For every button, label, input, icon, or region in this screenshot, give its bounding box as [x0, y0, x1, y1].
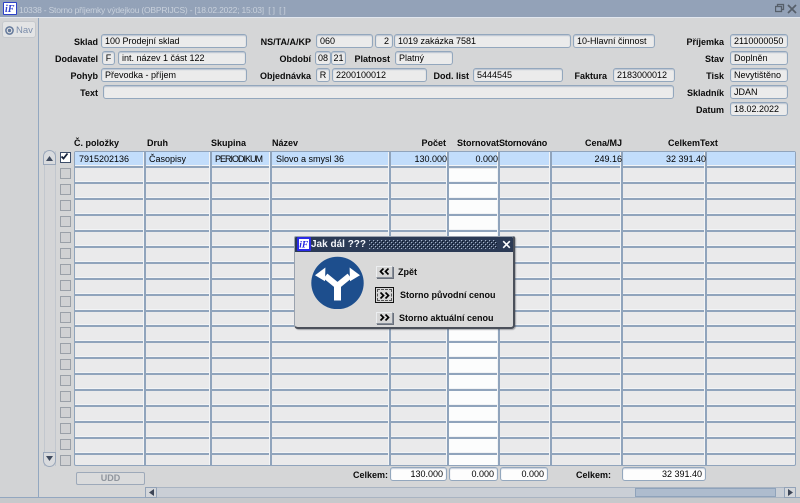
- svg-text:iF: iF: [299, 241, 309, 249]
- svg-text:iF: iF: [5, 4, 15, 14]
